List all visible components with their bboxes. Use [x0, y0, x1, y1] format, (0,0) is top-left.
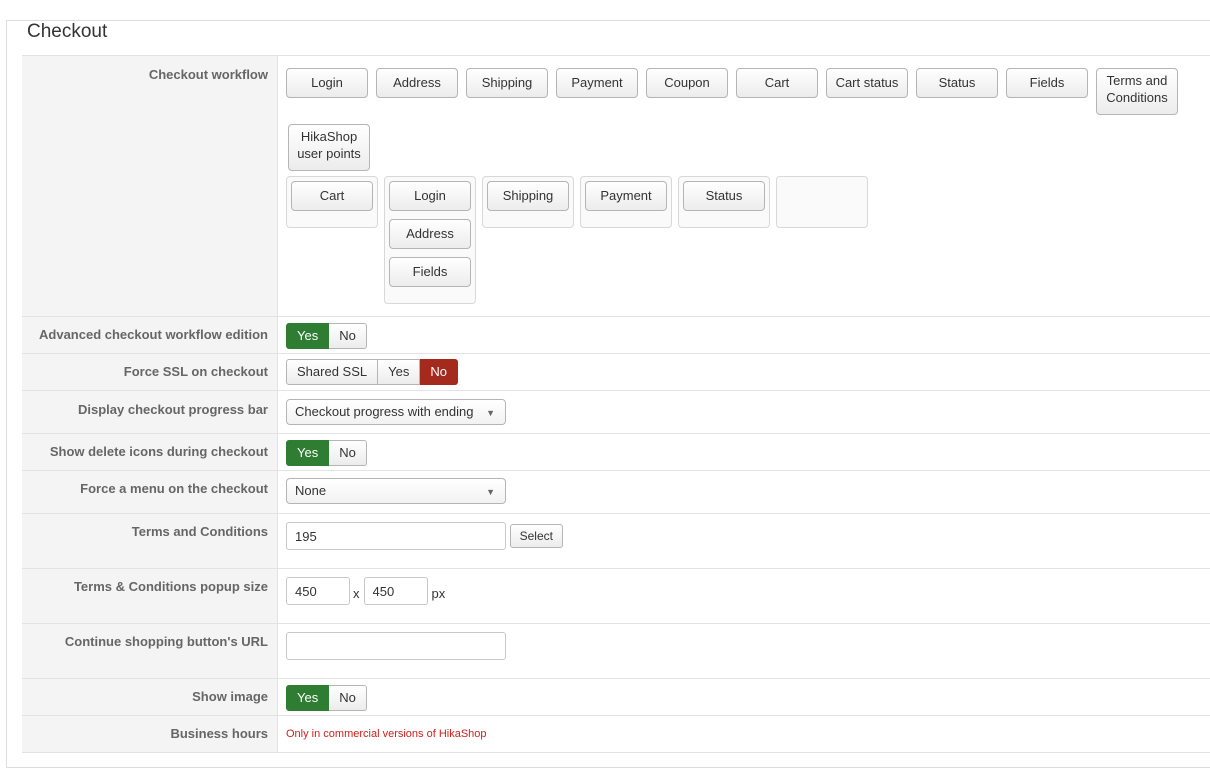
show-image-yes[interactable]: Yes — [286, 685, 330, 711]
workflow-step-payment[interactable]: Payment — [585, 181, 667, 211]
available-step-coupon[interactable]: Coupon — [646, 68, 728, 98]
label-force-ssl: Force SSL on checkout — [22, 353, 278, 391]
row-progress-bar: Display checkout progress bar Checkout p… — [22, 390, 1210, 434]
label-checkout-workflow: Checkout workflow — [22, 55, 278, 317]
label-force-menu: Force a menu on the checkout — [22, 470, 278, 514]
available-step-payment[interactable]: Payment — [556, 68, 638, 98]
advanced-workflow-toggle: Yes No — [286, 323, 367, 349]
available-step-hikashop-user-points[interactable]: HikaShop user points — [288, 124, 370, 171]
row-continue-url: Continue shopping button's URL — [22, 623, 1210, 679]
workflow-editor: Login Address Shipping Payment Coupon Cart Car… — [286, 56, 1210, 305]
chevron-down-icon: ▼ — [486, 408, 495, 418]
available-step-fields[interactable]: Fields — [1006, 68, 1088, 98]
popup-width-input[interactable] — [286, 577, 350, 605]
label-delete-icons: Show delete icons during checkout — [22, 433, 278, 471]
delete-icons-yes[interactable]: Yes — [286, 440, 330, 466]
row-delete-icons: Show delete icons during checkout Yes No — [22, 433, 1210, 471]
available-step-shipping[interactable]: Shipping — [466, 68, 548, 98]
workflow-step-cart[interactable]: Cart — [291, 181, 373, 211]
label-business-hours: Business hours — [22, 715, 278, 753]
workflow-step-login[interactable]: Login — [389, 181, 471, 211]
row-checkout-workflow: Checkout workflow Login Address Shipping Pa… — [22, 55, 1210, 317]
workflow-step-fields[interactable]: Fields — [389, 257, 471, 287]
force-ssl-yes[interactable]: Yes — [378, 359, 421, 385]
label-progress-bar: Display checkout progress bar — [22, 390, 278, 434]
options-table: Checkout workflow Login Address Shipping Pa… — [22, 55, 1210, 753]
row-business-hours: Business hours Only in commercial versio… — [22, 715, 1210, 753]
progress-bar-select-value: Checkout progress with ending — [295, 404, 474, 419]
workflow-step-shipping[interactable]: Shipping — [487, 181, 569, 211]
row-popup-size: Terms & Conditions popup size x px — [22, 568, 1210, 624]
label-advanced-workflow: Advanced checkout workflow edition — [22, 316, 278, 354]
available-step-terms-and-conditions[interactable]: Terms and Conditions — [1096, 68, 1178, 115]
row-terms: Terms and Conditions Select — [22, 513, 1210, 569]
available-step-status[interactable]: Status — [916, 68, 998, 98]
workflow-step-slot[interactable] — [776, 176, 868, 228]
force-ssl-no[interactable]: No — [420, 359, 458, 385]
show-image-toggle: Yes No — [286, 685, 367, 711]
available-step-cart-status[interactable]: Cart status — [826, 68, 908, 98]
delete-icons-toggle: Yes No — [286, 440, 367, 466]
force-menu-select-value: None — [295, 483, 327, 498]
popup-size-unit: px — [431, 586, 446, 601]
force-ssl-toggle: Shared SSL Yes No — [286, 359, 458, 385]
workflow-step-address[interactable]: Address — [389, 219, 471, 249]
row-advanced-workflow: Advanced checkout workflow edition Yes No — [22, 316, 1210, 354]
label-terms: Terms and Conditions — [22, 513, 278, 569]
label-show-image: Show image — [22, 678, 278, 716]
popup-height-input[interactable] — [363, 577, 428, 605]
force-menu-select[interactable]: None ▼ — [286, 478, 506, 504]
advanced-workflow-no[interactable]: No — [329, 323, 367, 349]
workflow-step-status[interactable]: Status — [683, 181, 765, 211]
row-force-menu: Force a menu on the checkout None ▼ — [22, 470, 1210, 514]
label-popup-size: Terms & Conditions popup size — [22, 568, 278, 624]
row-force-ssl: Force SSL on checkout Shared SSL Yes No — [22, 353, 1210, 391]
chevron-down-icon: ▼ — [486, 487, 495, 497]
section-title: Checkout — [23, 21, 112, 43]
available-step-address[interactable]: Address — [376, 68, 458, 98]
terms-select-button[interactable]: Select — [509, 524, 563, 548]
delete-icons-no[interactable]: No — [329, 440, 367, 466]
popup-size-x: x — [353, 586, 360, 601]
available-step-cart[interactable]: Cart — [736, 68, 818, 98]
available-step-login[interactable]: Login — [286, 68, 368, 98]
label-continue-url: Continue shopping button's URL — [22, 623, 278, 679]
commercial-only-note: Only in commercial versions of HikaShop — [286, 728, 487, 740]
row-show-image: Show image Yes No — [22, 678, 1210, 716]
advanced-workflow-yes[interactable]: Yes — [286, 323, 330, 349]
continue-url-input[interactable] — [286, 632, 506, 660]
progress-bar-select[interactable]: Checkout progress with ending ▼ — [286, 399, 506, 425]
show-image-no[interactable]: No — [329, 685, 367, 711]
terms-article-id-input[interactable] — [286, 522, 506, 550]
force-ssl-shared[interactable]: Shared SSL — [286, 359, 379, 385]
